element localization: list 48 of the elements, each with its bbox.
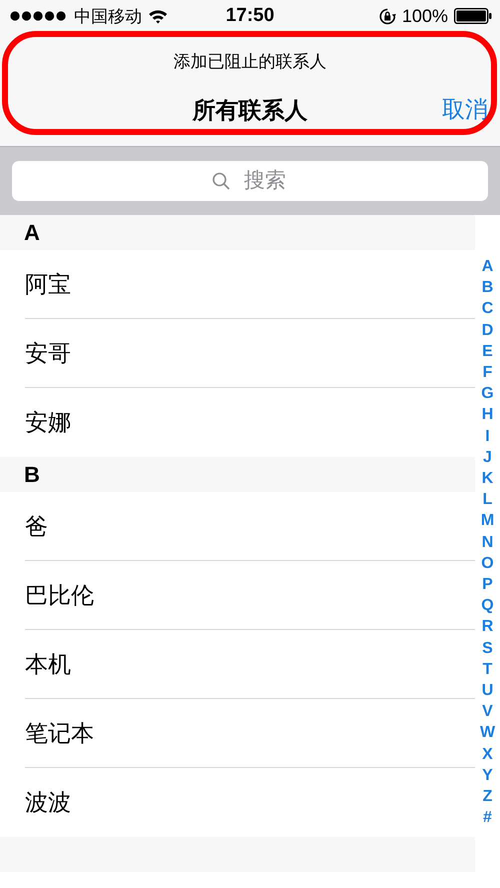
battery-percent: 100%	[402, 6, 448, 26]
contact-row[interactable]: 巴比伦	[25, 561, 475, 630]
index-letter[interactable]: Y	[482, 764, 493, 786]
section-header: A	[0, 215, 475, 250]
rotation-lock-icon	[378, 8, 396, 24]
index-letter[interactable]: #	[483, 807, 492, 828]
index-letter[interactable]: R	[482, 616, 494, 638]
index-letter[interactable]: E	[482, 340, 493, 362]
status-time: 17:50	[226, 5, 274, 27]
contact-row[interactable]: 笔记本	[25, 699, 475, 768]
index-letter[interactable]: O	[481, 552, 494, 574]
carrier-name: 中国移动	[74, 6, 142, 28]
index-letter[interactable]: K	[482, 468, 494, 490]
index-letter[interactable]: H	[482, 404, 494, 426]
search-field[interactable]: 搜索	[12, 161, 488, 201]
index-letter[interactable]: L	[482, 489, 492, 510]
index-letter[interactable]: C	[482, 298, 494, 320]
contact-row[interactable]: 本机	[25, 630, 475, 699]
nav-title: 所有联系人	[192, 96, 308, 125]
contact-row[interactable]: 安娜	[25, 388, 475, 457]
index-letter[interactable]: S	[482, 638, 493, 659]
contact-row[interactable]: 安哥	[25, 319, 475, 388]
index-letter[interactable]: G	[481, 383, 494, 404]
cancel-button[interactable]: 取消	[442, 94, 488, 125]
index-letter[interactable]: A	[482, 256, 494, 278]
section-header: B	[0, 457, 475, 492]
index-letter[interactable]: Z	[482, 786, 492, 808]
battery-icon	[454, 8, 492, 24]
index-letter[interactable]: X	[482, 744, 493, 765]
index-letter[interactable]: I	[485, 426, 490, 447]
index-letter[interactable]: T	[482, 658, 492, 680]
index-letter[interactable]: D	[482, 320, 494, 341]
index-letter[interactable]: W	[480, 722, 496, 744]
index-letter[interactable]: Q	[481, 595, 494, 616]
index-letter[interactable]: F	[482, 362, 492, 384]
contact-row[interactable]: 阿宝	[25, 250, 475, 319]
index-letter[interactable]: U	[482, 680, 494, 702]
prompt-text: 添加已阻止的联系人	[174, 51, 326, 73]
index-letter[interactable]: M	[480, 510, 494, 532]
index-letter[interactable]: B	[482, 277, 494, 298]
index-letter[interactable]: N	[482, 532, 494, 553]
contact-row[interactable]: 爸	[25, 492, 475, 561]
contact-row[interactable]: 波波	[25, 768, 475, 837]
wifi-icon	[148, 8, 168, 24]
index-letter[interactable]: V	[482, 701, 493, 722]
index-letter[interactable]: P	[482, 574, 493, 596]
signal-icon	[10, 11, 68, 21]
index-letter[interactable]: J	[483, 446, 492, 468]
